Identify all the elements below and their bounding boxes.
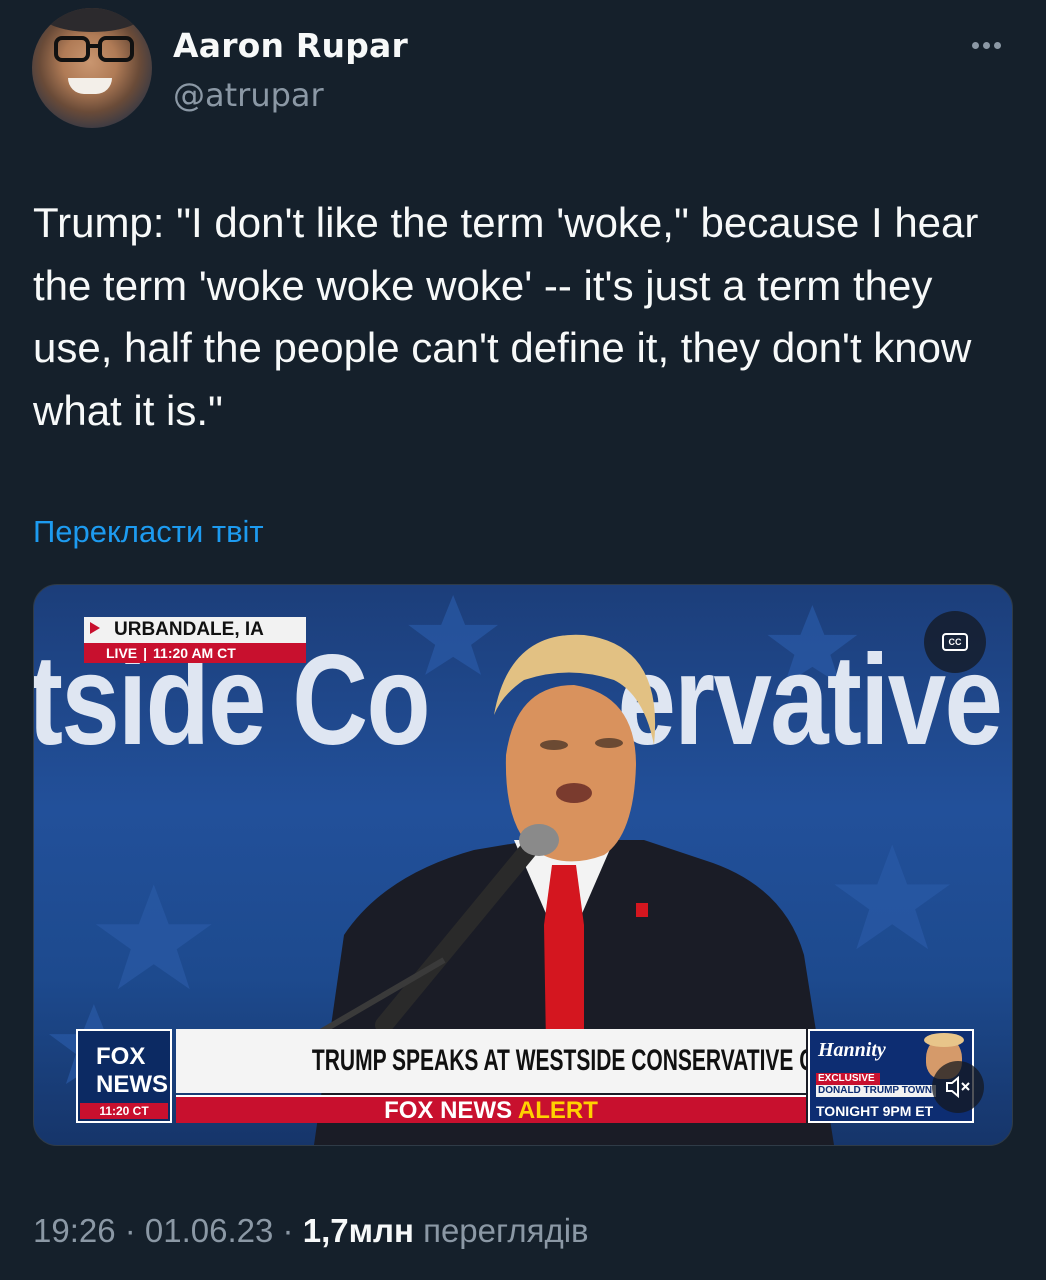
tweet-date[interactable]: 01.06.23 — [145, 1212, 273, 1249]
news-headline: TRUMP SPEAKS AT WESTSIDE CONSERVATIVE CL… — [176, 1029, 806, 1093]
location-bug: URBANDALE, IA LIVE | 11:20 AM CT — [84, 617, 306, 667]
tweet-header: Aaron Rupar @atrupar — [32, 8, 1014, 132]
volume-muted-icon[interactable] — [932, 1061, 984, 1113]
tweet-text: Trump: "I don't like the term 'woke," be… — [33, 199, 979, 434]
avatar-hair — [42, 8, 142, 32]
avatar-smile — [68, 78, 112, 94]
fox-news-logo: FOX NEWS 11:20 CT — [76, 1029, 172, 1123]
more-options-icon[interactable] — [972, 34, 1008, 49]
tweet-time[interactable]: 19:26 — [33, 1212, 116, 1249]
author-name[interactable]: Aaron Rupar — [173, 26, 408, 65]
cc-icon: CC — [942, 633, 968, 651]
closed-captions-button[interactable]: CC — [924, 611, 986, 673]
translate-tweet-link[interactable]: Перекласти твіт — [33, 514, 264, 550]
avatar-glasses — [54, 36, 134, 62]
views-count: 1,7млн — [302, 1212, 414, 1249]
play-triangle-icon — [90, 622, 100, 634]
avatar[interactable] — [32, 8, 152, 128]
news-lower-third: FOX NEWS 11:20 CT TRUMP SPEAKS AT WESTSI… — [76, 1029, 974, 1125]
video-player[interactable]: tside Co ervative URBANDALE, IA LIVE | 11:2… — [33, 584, 1013, 1146]
news-alert-bar: FOX NEWS ALERT — [176, 1095, 806, 1124]
views-label: переглядів — [413, 1212, 589, 1249]
author-handle[interactable]: @atrupar — [173, 76, 324, 114]
tweet-meta: 19:26 · 01.06.23 · 1,7млн переглядів — [33, 1212, 589, 1249]
